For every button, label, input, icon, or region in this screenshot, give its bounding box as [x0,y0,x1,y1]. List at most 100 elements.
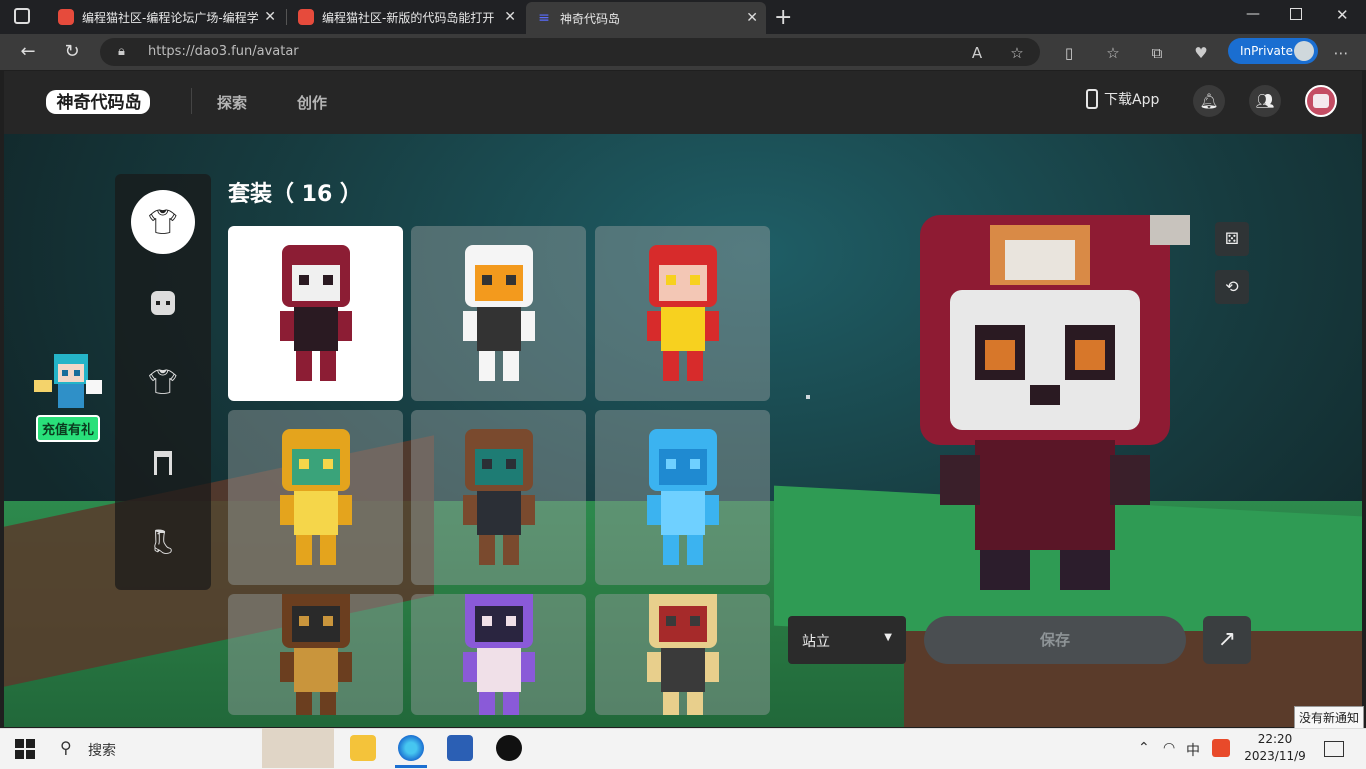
category-face[interactable] [131,270,195,334]
random-dice-button[interactable]: ⚄ [1215,222,1249,256]
close-tab-icon[interactable]: ✕ [746,10,758,26]
avatar-preview-character[interactable] [880,195,1210,605]
word-icon[interactable] [447,735,473,761]
file-explorer-icon[interactable] [350,735,376,761]
favorites-icon[interactable]: ☆ [1102,42,1124,64]
tab-title: 编程猫社区-编程论坛广场-编程学 [82,10,258,25]
outfit-thumbnail [279,428,352,565]
close-tab-icon[interactable]: ✕ [504,9,516,25]
search-icon: ⚲ [60,738,72,757]
tab-3-active[interactable]: ≡ 神奇代码岛 ✕ [526,2,766,34]
logo-text: 神奇代码岛 [57,92,142,113]
split-screen-icon[interactable]: ▯ [1058,42,1080,64]
notification-center-icon[interactable] [1324,741,1344,757]
cursor-dot [806,395,810,399]
recharge-gift-label[interactable]: 充值有礼 [36,415,101,442]
copilot-icon[interactable]: ♥ [1190,42,1212,64]
tab-actions-icon[interactable] [14,8,30,24]
history-icon: ⟲ [1225,277,1239,296]
shoe-icon: 👢︎ [147,528,179,556]
pose-select[interactable]: 站立 ▼ [788,616,906,664]
inprivate-label: InPrivate [1240,44,1293,58]
codemao-favicon-icon [58,9,74,25]
collections-icon[interactable]: ⧉ [1146,42,1168,64]
close-tab-icon[interactable]: ✕ [264,9,276,25]
share-icon: ↗ [1217,627,1237,652]
outfit-thumbnail [462,244,535,381]
logo-mark: 神奇代码岛 [46,90,150,114]
favorite-star-icon[interactable]: ☆ [1006,42,1028,64]
category-shoes[interactable]: 👢︎ [131,510,195,574]
friends-icon[interactable]: 👥︎ [1249,85,1281,117]
download-app-button[interactable]: 下载App [1086,89,1159,109]
outfit-thumbnail [279,594,352,715]
windows-start-icon[interactable] [14,738,36,760]
lock-icon[interactable]: 🔒︎ [118,44,125,59]
read-aloud-icon[interactable]: A [966,42,988,64]
profile-avatar-icon [1294,41,1314,61]
category-bottom[interactable] [131,430,195,494]
share-button[interactable]: ↗ [1203,616,1251,664]
tab-title: 编程猫社区-新版的代码岛能打开 [322,10,495,25]
shirt-icon: 👕︎ [147,368,179,396]
face-icon [151,291,175,315]
refresh-icon[interactable]: ↻ [60,40,84,64]
outfit-thumbnail [462,428,535,565]
download-app-label: 下载App [1104,92,1160,108]
edge-browser-icon[interactable] [398,735,424,761]
tab-divider [286,9,287,25]
outfit-card-teal-jacket-boy[interactable] [411,410,586,585]
phone-icon [1086,89,1098,109]
outfit-thumbnail [462,594,535,715]
more-menu-icon[interactable]: ⋯ [1330,42,1352,64]
outfits-title: 套装（ 16 ） [228,182,362,207]
user-avatar[interactable] [1305,85,1337,117]
dao3-favicon-icon: ≡ [538,10,550,26]
outfit-icon: 👕︎ [147,208,179,236]
dropdown-arrow-icon: ▼ [884,632,892,643]
outfit-card-blonde-boy[interactable] [595,594,770,715]
save-button[interactable]: 保存 [924,616,1186,664]
site-logo[interactable]: 神奇代码岛 [44,86,154,118]
inprivate-badge[interactable]: InPrivate [1228,38,1318,64]
nav-create[interactable]: 创作 [297,92,327,113]
category-outfit[interactable]: 👕︎ [131,190,195,254]
maximize-icon[interactable] [1290,8,1302,20]
history-button[interactable]: ⟲ [1215,270,1249,304]
tab-2[interactable]: 编程猫社区-新版的代码岛能打开 ✕ [288,0,524,34]
outfit-card-red-cat-hero[interactable] [595,226,770,401]
outfit-thumbnail [279,244,352,381]
url-text[interactable]: https://dao3.fun/avatar [148,44,299,59]
nav-explore[interactable]: 探索 [217,92,247,113]
tray-expand-icon[interactable]: ⌃ [1138,740,1150,756]
wifi-icon[interactable]: ◠ [1163,740,1175,756]
bell-icon[interactable]: 🔔︎ [1193,85,1225,117]
clock[interactable]: 22:20 2023/11/9 [1240,731,1310,765]
header-divider [191,88,192,114]
outfit-thumbnail [646,594,719,715]
tab-1[interactable]: 编程猫社区-编程论坛广场-编程学 ✕ [48,0,284,34]
minimize-icon[interactable]: — [1246,6,1260,22]
outfit-card-astronaut[interactable] [411,226,586,401]
outfit-thumbnail [646,244,719,381]
close-window-icon[interactable]: ✕ [1336,6,1349,24]
outfit-card-tiger-hood[interactable] [228,410,403,585]
sogou-ime-icon[interactable] [1212,739,1230,757]
outfit-card-purple-hair-girl[interactable] [411,594,586,715]
search-highlight-image[interactable] [262,728,334,768]
dice-icon: ⚄ [1225,229,1239,248]
tab-title: 神奇代码岛 [560,11,621,26]
taskbar-search[interactable]: ⚲ 搜索 [50,732,266,764]
category-top[interactable]: 👕︎ [131,350,195,414]
ime-indicator[interactable]: 中 [1186,740,1200,760]
clock-date: 2023/11/9 [1244,749,1306,763]
new-tab-icon[interactable]: + [774,5,792,30]
outfit-card-blue-crystal[interactable] [595,410,770,585]
outfit-card-reaper-skull[interactable] [228,226,403,401]
back-icon[interactable]: ← [16,40,40,64]
pose-select-value: 站立 [802,634,830,650]
notification-tooltip: 没有新通知 [1294,706,1365,729]
search-placeholder: 搜索 [88,743,116,759]
outfit-card-samurai-cat[interactable] [228,594,403,715]
qq-icon[interactable] [496,735,522,761]
